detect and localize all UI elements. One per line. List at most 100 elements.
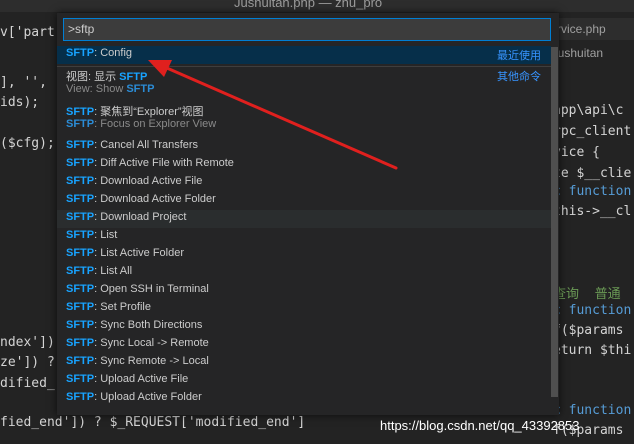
command-label: SFTP: Download Active Folder (66, 193, 216, 205)
command-item[interactable]: SFTP: List Active Folder (57, 246, 551, 264)
command-label: SFTP: Config (66, 47, 132, 59)
command-label: SFTP: Open SSH in Terminal (66, 283, 209, 295)
command-tag: 其他命令 (497, 71, 541, 83)
command-sublabel: View: Show SFTP (66, 83, 154, 95)
command-label: SFTP: Download Active File (66, 175, 202, 187)
command-label: 视图: 显示 SFTP (66, 68, 147, 84)
match-highlight: SFTP (66, 229, 95, 241)
command-item[interactable]: SFTP: Sync Local -> Remote (57, 336, 551, 354)
command-label: SFTP: Sync Local -> Remote (66, 337, 209, 349)
match-highlight: SFTP (66, 211, 95, 223)
match-highlight: SFTP (66, 157, 95, 169)
command-palette: >sftp SFTP: Config 最近使用 视图: 显示 SFTP 其他命令 Vie… (57, 13, 559, 415)
command-tag: 最近使用 (497, 50, 541, 62)
match-highlight: SFTP (66, 193, 95, 205)
command-label: SFTP: 聚焦到“Explorer”视图 (66, 103, 204, 119)
command-item[interactable]: SFTP: Download Active Folder (57, 192, 551, 210)
match-highlight: SFTP (66, 373, 95, 385)
command-text: : Set Profile (94, 301, 151, 313)
match-highlight: SFTP (66, 47, 95, 59)
code-line: dified_ (0, 376, 55, 391)
code-line: ($cfg); (0, 136, 55, 151)
command-item[interactable]: SFTP: Download Project (57, 210, 551, 228)
code-line: f($params (553, 323, 624, 338)
title-bar: Jushuitan.php — zhu_pro (0, 0, 634, 12)
command-input[interactable]: >sftp (63, 18, 551, 41)
code-line: c function (553, 403, 632, 418)
command-text: : Open SSH in Terminal (94, 283, 209, 295)
command-text: : Sync Local -> Remote (94, 337, 209, 349)
code-line: this->__cl (553, 204, 632, 219)
command-label: SFTP: Cancel All Transfers (66, 139, 198, 151)
command-item[interactable]: SFTP: List (57, 228, 551, 246)
command-item[interactable]: SFTP: Download Active File (57, 174, 551, 192)
match-highlight: SFTP (66, 391, 95, 403)
command-text: : Sync Both Directions (94, 319, 203, 331)
command-label: SFTP: List (66, 229, 117, 241)
breadcrumb[interactable]: jushuitan (555, 46, 603, 60)
sublabel-prefix: View: Show (66, 83, 127, 95)
command-label: SFTP: Download Project (66, 211, 186, 223)
command-item[interactable]: 视图: 显示 SFTP 其他命令 View: Show SFTP (57, 66, 551, 103)
command-label: SFTP: List All (66, 265, 132, 277)
command-text: : Download Project (94, 211, 187, 223)
match-highlight: SFTP (66, 301, 95, 313)
command-category: 视图: 显示 (66, 71, 120, 83)
tab-service-php[interactable]: rvice.php (553, 18, 634, 40)
command-text: : List Active Folder (94, 247, 184, 259)
command-text: : List (94, 229, 118, 241)
match-highlight: SFTP (66, 139, 95, 151)
sublabel-highlight: SFTP (66, 118, 95, 130)
command-text: : Cancel All Transfers (94, 139, 199, 151)
command-item[interactable]: SFTP: Sync Both Directions (57, 318, 551, 336)
window-title: Jushuitan.php — zhu_pro (234, 0, 383, 10)
code-line: c function (553, 303, 632, 318)
command-item[interactable]: SFTP: Diff Active File with Remote (57, 156, 551, 174)
command-text: : Upload Active Folder (94, 391, 202, 403)
command-item[interactable]: SFTP: Cancel All Transfers (57, 138, 551, 156)
code-line: ], '', (0, 75, 55, 90)
command-text: : Download Active File (94, 175, 203, 187)
match-highlight: SFTP (66, 265, 95, 277)
command-item[interactable]: SFTP: Upload Active Folder (57, 390, 551, 408)
match-highlight: SFTP (66, 283, 95, 295)
code-line: te $__clie (553, 166, 632, 181)
command-item[interactable]: SFTP: Open SSH in Terminal (57, 282, 551, 300)
command-item[interactable]: SFTP: List All (57, 264, 551, 282)
code-line: ze']) ? (0, 355, 55, 370)
match-highlight: SFTP (66, 355, 95, 367)
command-item[interactable]: SFTP: 聚焦到“Explorer”视图 SFTP: Focus on Expl… (57, 102, 551, 138)
command-label: SFTP: Sync Remote -> Local (66, 355, 209, 367)
command-text: : List All (94, 265, 133, 277)
code-line: fied_end']) ? $_REQUEST['modified_end'] (0, 415, 306, 430)
code-line: c function (553, 184, 632, 199)
match-highlight: SFTP (66, 106, 95, 118)
code-line: ids); (0, 95, 40, 110)
command-text: : Upload Active File (94, 373, 189, 385)
match-highlight: SFTP (66, 337, 95, 349)
command-label: SFTP: List Active Folder (66, 247, 184, 259)
command-text: : Sync Remote -> Local (94, 355, 209, 367)
scrollbar[interactable] (551, 47, 558, 397)
command-text: : Config (94, 47, 133, 59)
command-text: : Download Active Folder (94, 193, 216, 205)
command-item[interactable]: SFTP: Upload Active File (57, 372, 551, 390)
match-highlight: SFTP (66, 247, 95, 259)
command-sublabel: SFTP: Focus on Explorer View (66, 118, 216, 130)
command-label: SFTP: Upload Active Folder (66, 391, 202, 403)
match-highlight: SFTP (66, 175, 95, 187)
code-line: eturn $thi (553, 343, 632, 358)
command-item[interactable]: SFTP: Sync Remote -> Local (57, 354, 551, 372)
command-label: SFTP: Upload Active File (66, 373, 188, 385)
command-item[interactable]: SFTP: Config 最近使用 (57, 46, 551, 64)
command-item[interactable]: SFTP: Set Profile (57, 300, 551, 318)
match-highlight: SFTP (119, 71, 148, 83)
command-label: SFTP: Sync Both Directions (66, 319, 202, 331)
code-line: rpc_client (553, 124, 632, 139)
sublabel-highlight: SFTP (126, 83, 155, 95)
command-text: : Diff Active File with Remote (94, 157, 234, 169)
match-highlight: SFTP (66, 319, 95, 331)
watermark: https://blog.csdn.net/qq_43392853 (380, 418, 580, 433)
code-line: v['part (0, 25, 55, 40)
code-line: ndex']) (0, 335, 55, 350)
